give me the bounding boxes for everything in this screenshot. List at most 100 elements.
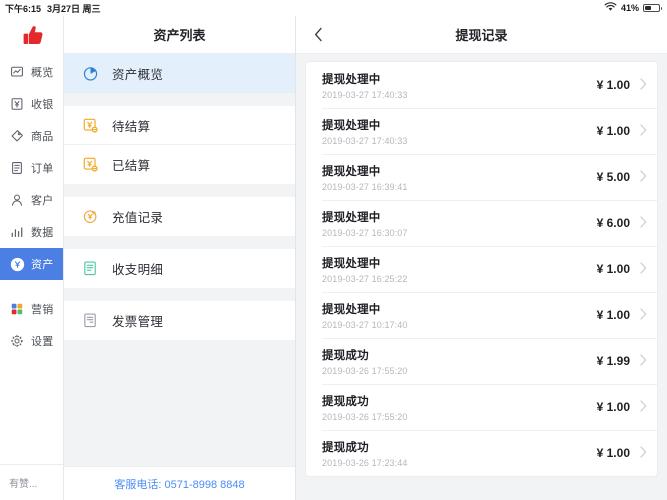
- sidebar-item-customers[interactable]: 客户: [0, 184, 63, 216]
- sidebar-item-label: 客户: [31, 195, 54, 207]
- table-row[interactable]: 提现处理中 2019-03-27 16:39:41 ¥ 5.00: [306, 154, 657, 200]
- row-amount: ¥ 1.00: [596, 308, 630, 322]
- status-bar: 下午6:15 3月27日 周三 41%: [0, 0, 667, 16]
- thumbs-up-logo-icon: [23, 26, 42, 44]
- status-badge: 提现成功: [322, 395, 369, 408]
- row-timestamp: 2019-03-27 16:39:41: [322, 181, 408, 192]
- row-timestamp: 2019-03-27 16:25:22: [322, 273, 408, 284]
- withdraw-records-panel: 提现记录 提现处理中 2019-03-27 17:40:33 ¥ 1.00 提现…: [296, 16, 667, 500]
- row-amount: ¥ 1.00: [596, 400, 630, 414]
- table-row[interactable]: 提现处理中 2019-03-27 17:40:33 ¥ 1.00: [306, 62, 657, 108]
- status-time: 下午6:15: [5, 3, 42, 14]
- cashier-icon: [9, 96, 25, 112]
- menu-group-divider: [64, 288, 295, 301]
- sidebar-item-overview[interactable]: 概览: [0, 56, 63, 88]
- row-amount: ¥ 1.00: [596, 446, 630, 460]
- row-main: 提现处理中 2019-03-27 17:40:33: [322, 71, 597, 100]
- menu-item-recharge-records[interactable]: 充值记录: [64, 197, 295, 236]
- app-logo: [0, 16, 63, 54]
- row-main: 提现成功 2019-03-26 17:55:20: [322, 347, 597, 376]
- sidebar-item-cashier[interactable]: 收银: [0, 88, 63, 120]
- table-row[interactable]: 提现处理中 2019-03-27 16:30:07 ¥ 6.00: [306, 200, 657, 246]
- row-timestamp: 2019-03-26 17:55:20: [322, 365, 408, 376]
- row-main: 提现处理中 2019-03-27 16:39:41: [322, 163, 597, 192]
- status-badge: 提现处理中: [322, 211, 381, 224]
- yuan-box-pending-icon: [81, 116, 100, 135]
- table-row[interactable]: 提现成功 2019-03-26 17:23:44 ¥ 1.00: [306, 430, 657, 476]
- menu-item-settled[interactable]: 已结算: [64, 145, 295, 184]
- chevron-left-icon: [315, 27, 322, 42]
- sidebar-item-label: 商品: [31, 131, 54, 143]
- row-main: 提现处理中 2019-03-27 10:17:40: [322, 301, 597, 330]
- menu-item-label: 待结算: [112, 119, 151, 134]
- sidebar-item-label: 营销: [31, 304, 54, 316]
- sidebar-item-orders[interactable]: 订单: [0, 152, 63, 184]
- support-phone-label[interactable]: 客服电话: 0571-8998 8848: [64, 466, 295, 500]
- app-window: 下午6:15 3月27日 周三 41% 概览 收银 商品 订单 客户 数据 资产…: [0, 0, 667, 500]
- sidebar-item-marketing[interactable]: 营销: [0, 293, 63, 325]
- chevron-right-icon: [640, 124, 647, 138]
- chevron-right-icon: [640, 446, 647, 460]
- row-amount: ¥ 6.00: [596, 216, 630, 230]
- row-timestamp: 2019-03-26 17:23:44: [322, 457, 408, 468]
- row-main: 提现处理中 2019-03-27 16:25:22: [322, 255, 597, 284]
- chevron-right-icon: [640, 400, 647, 414]
- sidebar-item-data[interactable]: 数据: [0, 216, 63, 248]
- sidebar-item-goods[interactable]: 商品: [0, 120, 63, 152]
- detail-title: 提现记录: [455, 28, 508, 43]
- table-row[interactable]: 提现处理中 2019-03-27 16:25:22 ¥ 1.00: [306, 246, 657, 292]
- battery-icon: [643, 4, 662, 12]
- sidebar-item-settings[interactable]: 设置: [0, 325, 63, 357]
- sidebar-footer[interactable]: 有赞...: [0, 464, 63, 500]
- menu-item-label: 发票管理: [112, 315, 164, 329]
- menu-group-divider: [64, 93, 295, 106]
- invoice-icon: [81, 311, 100, 330]
- status-badge: 提现处理中: [322, 119, 381, 132]
- asset-menu-panel: 资产列表 资产概览 待结算 已结算 充值记录 收支明细 发票管理 客服电话: 0…: [64, 16, 296, 500]
- menu-item-label: 收支明细: [112, 263, 164, 277]
- sidebar-rail: 概览 收银 商品 订单 客户 数据 资产 营销 设置 有赞...: [0, 16, 64, 500]
- row-timestamp: 2019-03-27 10:17:40: [322, 319, 408, 330]
- menu-group: 发票管理: [64, 301, 295, 340]
- pie-chart-icon: [81, 64, 100, 83]
- chevron-right-icon: [640, 216, 647, 230]
- sidebar-item-assets[interactable]: 资产: [0, 248, 63, 280]
- asset-coin-icon: [9, 256, 25, 272]
- table-row[interactable]: 提现成功 2019-03-26 17:55:20 ¥ 1.99: [306, 338, 657, 384]
- status-bar-right: 41%: [604, 2, 662, 14]
- sidebar-item-label: 数据: [31, 227, 54, 239]
- sidebar-item-label: 订单: [31, 163, 54, 175]
- status-date: 3月27日 周三: [47, 3, 101, 14]
- table-row[interactable]: 提现处理中 2019-03-27 17:40:33 ¥ 1.00: [306, 108, 657, 154]
- row-main: 提现成功 2019-03-26 17:55:20: [322, 393, 597, 422]
- asset-menu-title: 资产列表: [64, 16, 295, 54]
- table-row[interactable]: 提现处理中 2019-03-27 10:17:40 ¥ 1.00: [306, 292, 657, 338]
- menu-item-invoice-management[interactable]: 发票管理: [64, 301, 295, 340]
- table-row[interactable]: 提现成功 2019-03-26 17:55:20 ¥ 1.00: [306, 384, 657, 430]
- row-timestamp: 2019-03-27 17:40:33: [322, 135, 408, 146]
- menu-item-asset-overview[interactable]: 资产概览: [64, 54, 295, 93]
- detail-body: 提现处理中 2019-03-27 17:40:33 ¥ 1.00 提现处理中 2…: [296, 54, 667, 500]
- row-amount: ¥ 1.00: [596, 262, 630, 276]
- menu-item-income-expense-detail[interactable]: 收支明细: [64, 249, 295, 288]
- tag-icon: [9, 128, 25, 144]
- menu-group: 资产概览: [64, 54, 295, 93]
- back-button[interactable]: [308, 16, 329, 53]
- status-badge: 提现处理中: [322, 73, 381, 86]
- row-amount: ¥ 1.99: [596, 354, 630, 368]
- sidebar-nav: 概览 收银 商品 订单 客户 数据 资产 营销 设置: [0, 54, 63, 464]
- ledger-icon: [81, 259, 100, 278]
- chevron-right-icon: [640, 308, 647, 322]
- chevron-right-icon: [640, 78, 647, 92]
- gear-icon: [9, 333, 25, 349]
- chevron-right-icon: [640, 262, 647, 276]
- status-badge: 提现成功: [322, 441, 369, 454]
- sidebar-item-label: 收银: [31, 99, 54, 111]
- menu-item-label: 充值记录: [112, 211, 164, 225]
- status-badge: 提现处理中: [322, 303, 381, 316]
- status-badge: 提现处理中: [322, 165, 381, 178]
- dashboard-icon: [9, 64, 25, 80]
- menu-item-label: 已结算: [112, 159, 151, 173]
- menu-group-divider: [64, 184, 295, 197]
- menu-item-pending-settlement[interactable]: 待结算: [64, 106, 295, 145]
